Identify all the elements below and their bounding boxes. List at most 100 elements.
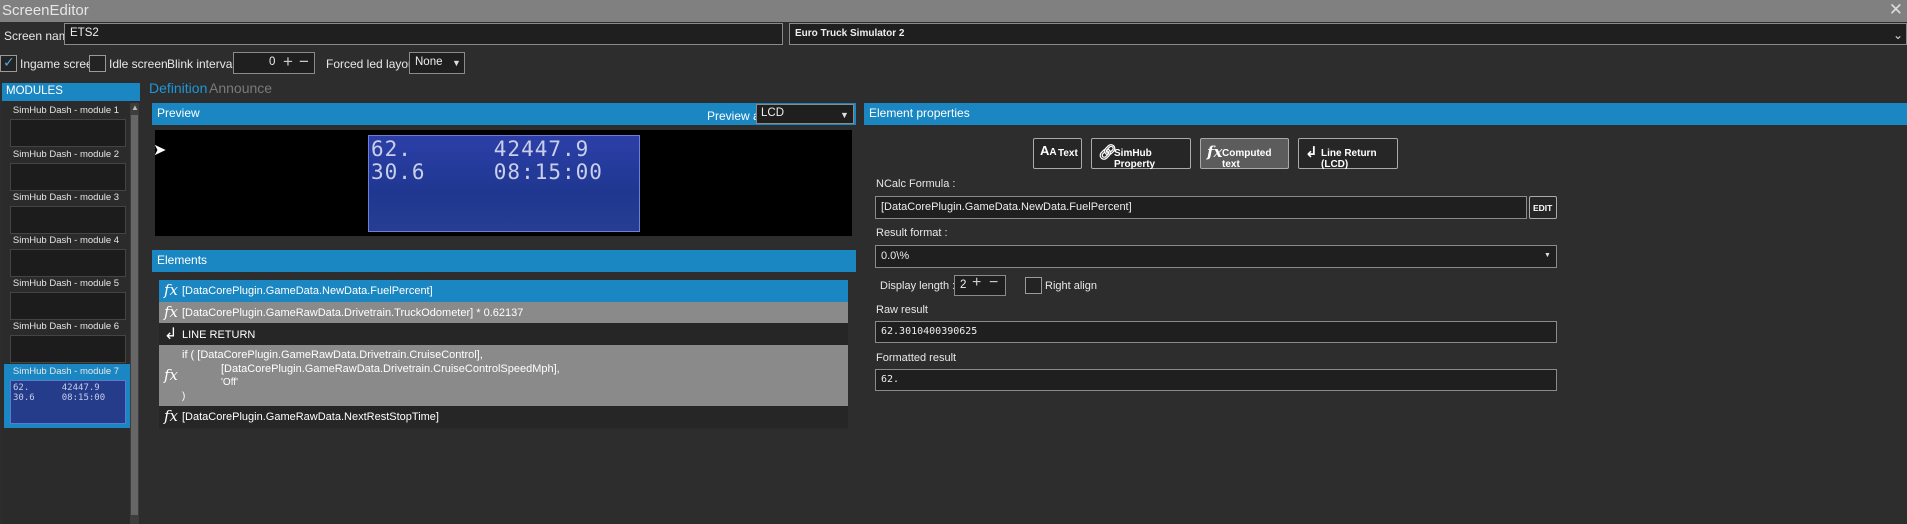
module-item[interactable]: SimHub Dash - module 6 <box>4 321 130 363</box>
line-return-label: Line Return (LCD) <box>1321 148 1377 170</box>
module-preview-line: 30.6 08:15:00 <box>13 393 106 403</box>
text-type-button[interactable]: AA Text <box>1033 138 1082 169</box>
elements-title: Elements <box>157 253 208 267</box>
module-preview <box>10 206 126 234</box>
ncalc-formula-label: NCalc Formula : <box>876 178 956 190</box>
line-return-icon: ↲ <box>1305 144 1318 161</box>
raw-result-label: Raw result <box>876 304 928 316</box>
ncalc-formula-value: [DataCorePlugin.GameData.NewData.FuelPer… <box>881 201 1132 213</box>
formatted-result-value: 62. <box>881 374 900 385</box>
forced-led-layout-value: None <box>415 56 443 68</box>
plus-icon[interactable]: + <box>972 276 981 292</box>
module-preview <box>10 119 126 147</box>
result-format-label: Result format : <box>876 227 948 239</box>
module-preview <box>10 249 126 277</box>
module-item[interactable]: SimHub Dash - module 1 <box>4 105 130 147</box>
result-format-select[interactable]: 0.0\% ▼ <box>875 245 1557 268</box>
raw-result-field: 62.3010400390625 <box>875 321 1557 343</box>
display-length-stepper[interactable]: 2 + − <box>954 275 1006 296</box>
element-text: [DataCorePlugin.GameRawData.NextRestStop… <box>182 411 439 423</box>
blink-interval-label: Blink interval <box>167 57 236 71</box>
module-preview-line: 62. 42447.9 <box>13 383 100 393</box>
computed-text-label: Computed text <box>1222 148 1272 170</box>
module-preview <box>10 335 126 363</box>
module-preview <box>10 163 126 191</box>
modules-scrollbar[interactable]: ▲ <box>130 103 139 524</box>
ingame-screen-checkbox[interactable] <box>0 54 17 72</box>
module-name: SimHub Dash - module 2 <box>12 149 120 160</box>
function-icon: fx <box>1207 143 1223 161</box>
element-row-selected[interactable]: fx [DataCorePlugin.GameData.NewData.Fuel… <box>159 280 848 302</box>
module-preview: 62. 42447.9 30.6 08:15:00 <box>10 380 126 424</box>
line-return-button[interactable]: ↲ Line Return (LCD) <box>1298 138 1398 170</box>
computed-text-button[interactable]: fx Computed text <box>1200 138 1289 170</box>
minus-icon[interactable]: − <box>299 53 309 72</box>
element-row[interactable]: fx if ( [DataCorePlugin.GameRawData.Driv… <box>159 345 848 406</box>
right-align-label: Right align <box>1045 280 1097 292</box>
preview-as-value: LCD <box>761 107 785 119</box>
module-item[interactable]: SimHub Dash - module 2 <box>4 149 130 191</box>
module-item-selected[interactable]: SimHub Dash - module 7 62. 42447.9 30.6 … <box>4 364 130 428</box>
raw-result-value: 62.3010400390625 <box>881 326 978 337</box>
lcd-line-1: 62. 42447.9 <box>371 137 590 161</box>
element-text-line: ) <box>182 391 186 402</box>
game-select[interactable]: Euro Truck Simulator 2 <box>789 23 1907 45</box>
window-titlebar: ScreenEditor ✕ <box>0 0 1907 22</box>
scrollbar-thumb[interactable] <box>131 115 138 515</box>
tab-definition[interactable]: Definition <box>149 80 207 96</box>
screen-name-input[interactable]: ETS2 <box>64 23 783 45</box>
element-text: [DataCorePlugin.GameData.NewData.FuelPer… <box>182 285 433 297</box>
element-text-line: if ( [DataCorePlugin.GameRawData.Drivetr… <box>182 349 483 361</box>
module-item[interactable]: SimHub Dash - module 5 <box>4 278 130 320</box>
idle-screen-checkbox[interactable] <box>89 55 106 72</box>
window-title: ScreenEditor <box>2 2 89 19</box>
modules-header: MODULES <box>2 83 140 101</box>
right-align-checkbox[interactable] <box>1025 277 1042 294</box>
function-icon: fx <box>164 281 179 299</box>
lcd-preview: 62. 42447.9 30.6 08:15:00 <box>368 135 640 232</box>
close-icon[interactable]: ✕ <box>1889 0 1903 20</box>
game-select-value: Euro Truck Simulator 2 <box>795 28 905 39</box>
element-row[interactable]: ↲ LINE RETURN <box>159 323 848 345</box>
module-name: SimHub Dash - module 5 <box>12 278 120 289</box>
caret-down-icon: ▼ <box>840 110 849 120</box>
blink-interval-stepper[interactable]: 0 + − <box>233 52 315 74</box>
tab-announce[interactable]: Announce <box>209 80 272 96</box>
function-icon: fx <box>164 407 179 425</box>
element-text-line: [DataCorePlugin.GameRawData.Drivetrain.C… <box>221 363 560 375</box>
simhub-property-button[interactable]: 🔗︎ SimHub Property <box>1091 138 1191 170</box>
module-name: SimHub Dash - module 3 <box>12 192 120 203</box>
module-item[interactable]: SimHub Dash - module 3 <box>4 192 130 234</box>
preview-title: Preview <box>157 106 200 120</box>
chevron-down-icon[interactable]: ⌄ <box>1893 28 1903 42</box>
simhub-property-label: SimHub Property <box>1114 148 1156 170</box>
element-text-line: 'Off' <box>221 377 238 388</box>
text-type-label: Text <box>1058 148 1078 159</box>
modules-panel: MODULES SimHub Dash - module 1 SimHub Da… <box>2 83 140 524</box>
module-item[interactable]: SimHub Dash - module 4 <box>4 235 130 277</box>
scroll-up-icon[interactable]: ▲ <box>131 103 139 112</box>
edit-label: EDIT <box>1533 203 1553 213</box>
preview-as-select[interactable]: LCD ▼ <box>756 104 854 124</box>
element-properties-header: Element properties <box>864 103 1907 125</box>
screen-name-value: ETS2 <box>70 27 99 39</box>
elements-list[interactable]: fx [DataCorePlugin.GameData.NewData.Fuel… <box>159 280 848 430</box>
ncalc-formula-input[interactable]: [DataCorePlugin.GameData.NewData.FuelPer… <box>875 196 1527 219</box>
module-name: SimHub Dash - module 6 <box>12 321 120 332</box>
element-row[interactable]: fx [DataCorePlugin.GameRawData.NextRestS… <box>159 406 848 428</box>
plus-icon[interactable]: + <box>283 53 293 72</box>
forced-led-layout-select[interactable]: None ▼ <box>409 52 465 74</box>
minus-icon[interactable]: − <box>989 276 998 292</box>
elements-header: Elements <box>152 250 856 272</box>
forced-led-layout-label: Forced led layout <box>326 57 419 71</box>
mouse-cursor-icon: ➤ <box>153 142 167 159</box>
blink-interval-value: 0 <box>269 56 276 68</box>
function-icon: fx <box>164 303 179 321</box>
element-text: LINE RETURN <box>182 329 256 341</box>
ingame-screen-label: Ingame screen <box>20 57 100 71</box>
idle-screen-label: Idle screen <box>109 57 168 71</box>
formatted-result-field: 62. <box>875 369 1557 391</box>
lcd-line-2: 30.6 08:15:00 <box>371 160 603 184</box>
edit-button[interactable]: EDIT <box>1529 196 1557 219</box>
element-row[interactable]: fx [DataCorePlugin.GameRawData.Drivetrai… <box>159 302 848 323</box>
